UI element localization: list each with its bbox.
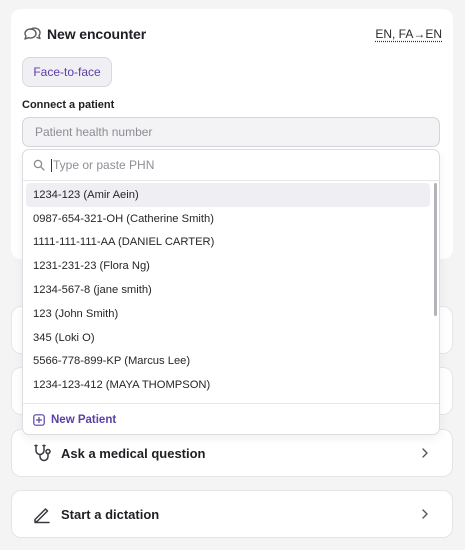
list-item[interactable]: 1111-111-111-AA (DANIEL CARTER)	[26, 231, 430, 255]
ask-medical-question-button[interactable]: Ask a medical question	[11, 429, 453, 477]
stethoscope-icon	[34, 444, 51, 462]
language-toggle[interactable]: EN, FA→EN	[375, 27, 442, 41]
list-item[interactable]: 0987-654-321-OH (Catherine Smith)	[26, 207, 430, 231]
phn-search-input[interactable]	[53, 158, 413, 172]
tab-face-to-face[interactable]: Face-to-face	[22, 57, 112, 87]
start-dictation-label: Start a dictation	[61, 506, 160, 522]
page-title: New encounter	[47, 26, 147, 42]
connect-patient-label: Connect a patient	[22, 99, 115, 111]
chevron-right-icon	[422, 509, 428, 519]
list-item[interactable]: 5566-778-899-KP (Marcus Lee)	[26, 350, 430, 374]
list-item[interactable]: 1234-567-8 (jane smith)	[26, 278, 430, 302]
ask-medical-question-label: Ask a medical question	[61, 445, 206, 461]
text-cursor	[51, 158, 52, 172]
list-item[interactable]: 345 (Loki O)	[26, 326, 430, 350]
list-item[interactable]: 1234-123 (Amir Aein)	[26, 183, 430, 207]
pen-icon	[34, 508, 50, 524]
chat-bubbles-icon	[24, 27, 41, 40]
start-dictation-button[interactable]: Start a dictation	[11, 490, 453, 538]
list-scrollbar[interactable]	[434, 183, 437, 316]
search-icon	[33, 159, 45, 171]
chevron-right-icon	[422, 448, 428, 458]
new-patient-label: New Patient	[51, 414, 117, 426]
new-patient-button[interactable]: New Patient	[23, 403, 439, 434]
list-item[interactable]: 123 (John Smith)	[26, 302, 430, 326]
list-item[interactable]: 1234-123-412 (MAYA THOMPSON)	[26, 373, 430, 397]
patient-list: 1234-123 (Amir Aein) 0987-654-321-OH (Ca…	[26, 183, 430, 397]
plus-square-icon	[33, 414, 45, 426]
dropdown-search-row	[23, 150, 439, 181]
patient-health-number-field[interactable]: Patient health number	[22, 117, 440, 147]
list-item[interactable]: 1231-231-23 (Flora Ng)	[26, 254, 430, 278]
card-header: New encounter EN, FA→EN	[22, 23, 442, 45]
patient-search-dropdown: 1234-123 (Amir Aein) 0987-654-321-OH (Ca…	[22, 149, 440, 435]
